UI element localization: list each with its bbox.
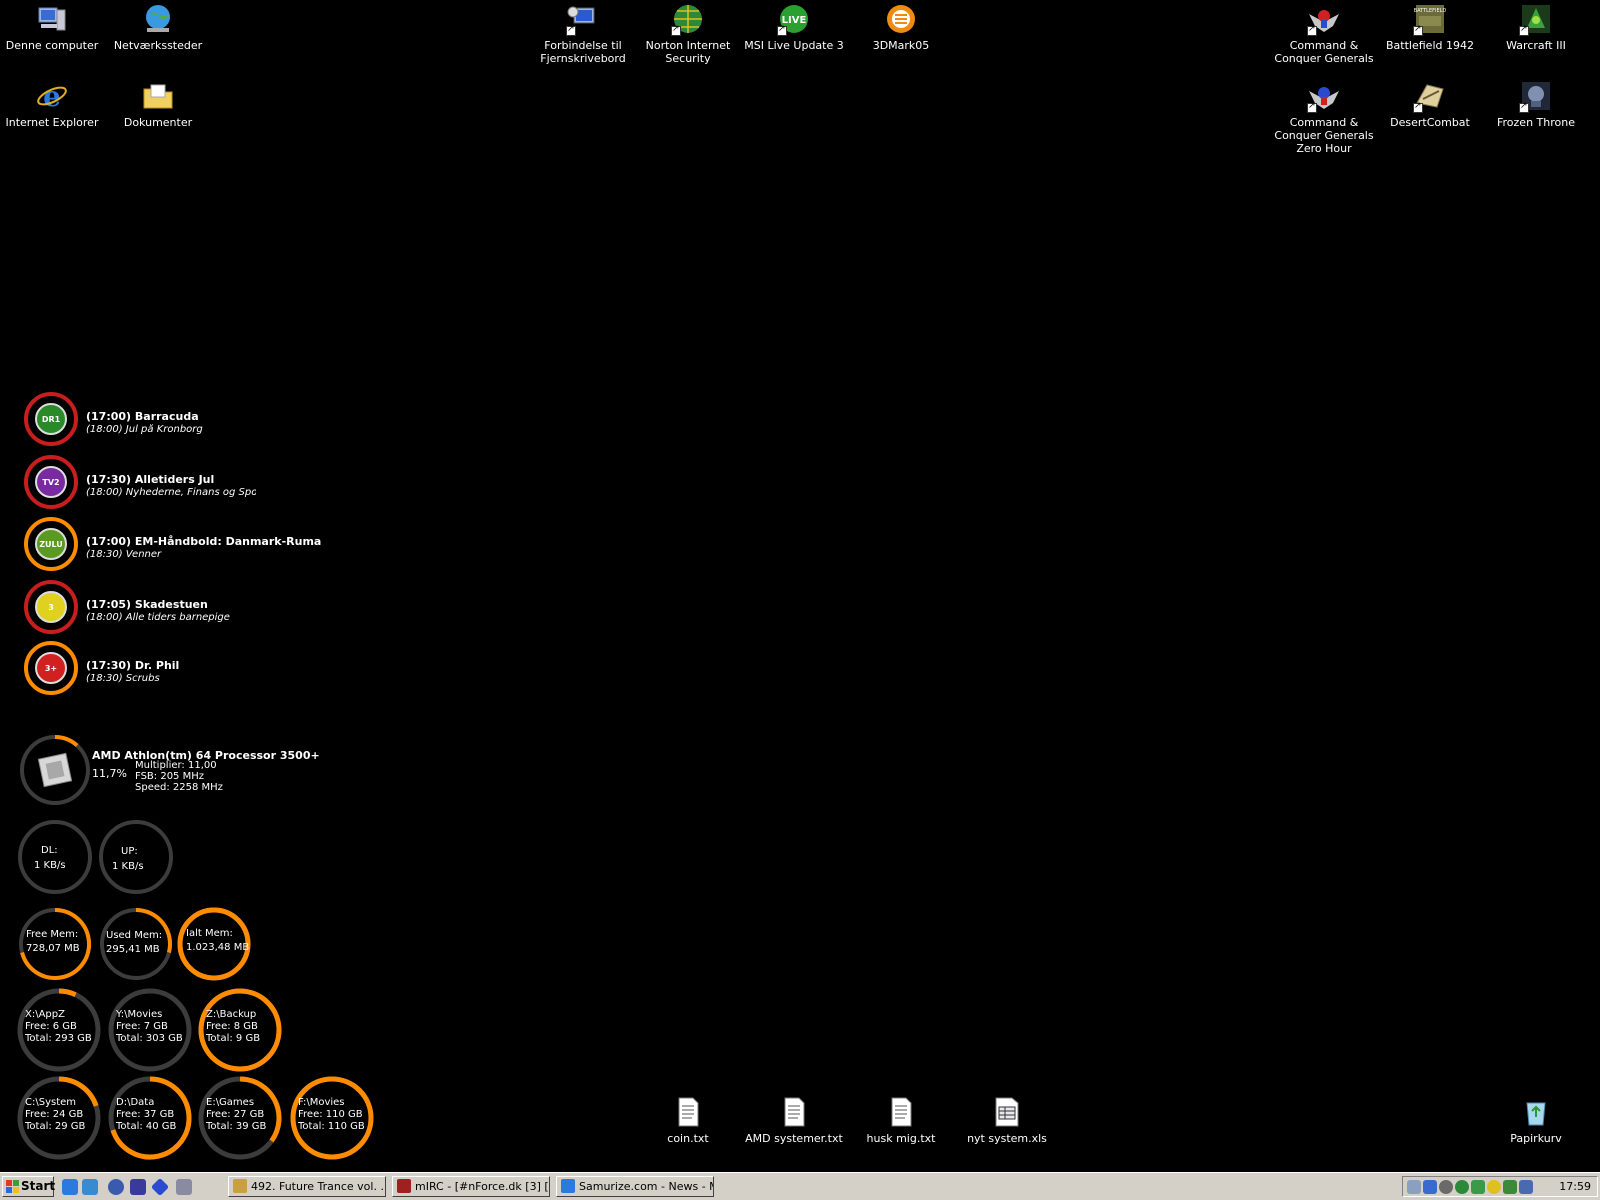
- msi-live-icon: LIVE: [777, 2, 811, 36]
- 3dmark-icon: [884, 2, 918, 36]
- shortcut-arrow-icon: [566, 24, 576, 36]
- drive-free: Free: 27 GB: [206, 1109, 265, 1120]
- nyt-system-xls-file[interactable]: nyt system.xls: [955, 1093, 1059, 1145]
- used-mem-value: 295,41 MB: [106, 944, 160, 955]
- spreadsheet-file-icon: [990, 1095, 1024, 1129]
- task-mirc[interactable]: mIRC - [#nForce.dk [3] [...: [392, 1176, 550, 1197]
- task-label: 492. Future Trance vol. ...: [251, 1180, 386, 1193]
- quicklaunch-ie-icon[interactable]: [62, 1179, 78, 1195]
- drive-name: Y:\Movies: [116, 1009, 163, 1020]
- system-tray: 17:59: [1402, 1176, 1598, 1197]
- svg-text:BATTLEFIELD: BATTLEFIELD: [1414, 8, 1447, 14]
- shortcut-arrow-icon: [1413, 24, 1423, 36]
- cnc-eagle-icon: [1307, 2, 1341, 36]
- text-file-icon: [884, 1095, 918, 1129]
- shortcut-arrow-icon: [777, 24, 787, 36]
- remote-desktop-icon: [566, 2, 600, 36]
- task-label: mIRC - [#nForce.dk [3] [...: [415, 1180, 550, 1193]
- amd-systemer-txt-file[interactable]: AMD systemer.txt: [742, 1093, 846, 1145]
- drive-free: Free: 6 GB: [25, 1021, 77, 1032]
- desertcombat-shortcut[interactable]: DesertCombat: [1378, 77, 1482, 129]
- taskbar: Start 492. Future Trance vol. ... mIRC -…: [0, 1172, 1600, 1200]
- remote-desktop-shortcut[interactable]: Forbindelse til Fjernskrivebord: [531, 0, 635, 65]
- shortcut-arrow-icon: [1519, 101, 1529, 113]
- shortcut-arrow-icon: [1519, 24, 1529, 36]
- text-file-icon: [777, 1095, 811, 1129]
- drive-name: F:\Movies: [298, 1097, 345, 1108]
- drive-free: Free: 24 GB: [25, 1109, 84, 1120]
- clock: 17:59: [1559, 1180, 1591, 1193]
- mirc-icon: [397, 1179, 411, 1193]
- drive-total: Total: 9 GB: [206, 1033, 261, 1044]
- total-mem-value: 1.023,48 MB: [186, 942, 250, 953]
- recycle-bin-icon: [1519, 1095, 1553, 1129]
- frozen-throne-icon: [1519, 79, 1553, 113]
- windows-flag-icon: [6, 1180, 19, 1193]
- shortcut-arrow-icon: [1307, 101, 1317, 113]
- shortcut-arrow-icon: [1307, 24, 1317, 36]
- frozen-throne-shortcut[interactable]: Frozen Throne: [1484, 77, 1588, 129]
- task-samurize[interactable]: Samurize.com - News - M...: [556, 1176, 714, 1197]
- total-mem-label: Ialt Mem:: [186, 928, 233, 939]
- winamp-icon: [233, 1179, 247, 1193]
- task-winamp[interactable]: 492. Future Trance vol. ...: [228, 1176, 386, 1197]
- husk-mig-txt-file[interactable]: husk mig.txt: [849, 1093, 953, 1145]
- drive-free: Free: 110 GB: [298, 1109, 363, 1120]
- start-label: Start: [21, 1179, 56, 1193]
- drive-total: Total: 303 GB: [116, 1033, 183, 1044]
- shortcut-arrow-icon: [1413, 101, 1423, 113]
- tray-monitor-icon[interactable]: [1423, 1180, 1437, 1194]
- free-mem-label: Free Mem:: [26, 929, 79, 940]
- free-mem-value: 728,07 MB: [26, 943, 80, 954]
- tray-network-icon[interactable]: [1471, 1180, 1485, 1194]
- drive-name: X:\AppZ: [25, 1009, 65, 1020]
- quicklaunch-network-icon[interactable]: [176, 1179, 192, 1195]
- drive-total: Total: 29 GB: [25, 1121, 86, 1132]
- drive-name: D:\Data: [116, 1097, 155, 1108]
- tray-mhz-icon[interactable]: [1519, 1180, 1533, 1194]
- drive-total: Total: 39 GB: [206, 1121, 267, 1132]
- desertcombat-icon: [1413, 79, 1447, 113]
- 3dmark05-shortcut[interactable]: 3DMark05: [849, 0, 953, 52]
- ie-page-icon: [561, 1179, 575, 1193]
- tray-shield-icon[interactable]: [1487, 1180, 1501, 1194]
- used-mem-label: Used Mem:: [106, 930, 163, 941]
- coin-txt-file[interactable]: coin.txt: [636, 1093, 740, 1145]
- warcraft-iii-shortcut[interactable]: Warcraft III: [1484, 0, 1588, 52]
- start-button[interactable]: Start: [2, 1176, 56, 1197]
- cnc-eagle-icon: [1307, 79, 1341, 113]
- drive-name: C:\System: [25, 1097, 77, 1108]
- quicklaunch-outlook-icon[interactable]: [82, 1179, 98, 1195]
- norton-globe-icon: [671, 2, 705, 36]
- norton-shortcut[interactable]: Norton Internet Security: [636, 0, 740, 65]
- cnc-generals-shortcut[interactable]: Command & Conquer Generals: [1272, 0, 1376, 65]
- battlefield-1942-shortcut[interactable]: BATTLEFIELD Battlefield 1942: [1378, 0, 1482, 52]
- quicklaunch-save-icon[interactable]: [130, 1179, 146, 1195]
- quicklaunch-media-player-icon[interactable]: [108, 1179, 124, 1195]
- tray-printer-icon[interactable]: [1407, 1180, 1421, 1194]
- task-label: Samurize.com - News - M...: [579, 1180, 713, 1193]
- drive-name: E:\Games: [206, 1097, 255, 1108]
- drive-total: Total: 40 GB: [116, 1121, 177, 1132]
- shortcut-arrow-icon: [671, 24, 681, 36]
- drive-name: Z:\Backup: [206, 1009, 257, 1020]
- recycle-bin[interactable]: Papirkurv: [1484, 1093, 1588, 1145]
- tray-disc-icon[interactable]: [1439, 1180, 1453, 1194]
- system-gauges: [17, 907, 374, 1160]
- msi-live-update-shortcut[interactable]: LIVE MSI Live Update 3: [742, 0, 846, 52]
- drive-free: Free: 8 GB: [206, 1021, 258, 1032]
- drive-total: Total: 293 GB: [25, 1033, 92, 1044]
- quicklaunch-diamond-icon[interactable]: [150, 1177, 170, 1197]
- battlefield-icon: BATTLEFIELD: [1413, 2, 1447, 36]
- drive-0-drives_row1-fill: [58, 988, 77, 998]
- text-file-icon: [671, 1095, 705, 1129]
- drive-free: Free: 37 GB: [116, 1109, 175, 1120]
- warcraft-icon: [1519, 2, 1553, 36]
- drive-free: Free: 7 GB: [116, 1021, 168, 1032]
- tray-hammer-icon[interactable]: [1503, 1180, 1517, 1194]
- tray-norton-icon[interactable]: [1455, 1180, 1469, 1194]
- cnc-zero-hour-shortcut[interactable]: Command & Conquer Generals Zero Hour: [1272, 77, 1376, 155]
- drive-total: Total: 110 GB: [298, 1121, 365, 1132]
